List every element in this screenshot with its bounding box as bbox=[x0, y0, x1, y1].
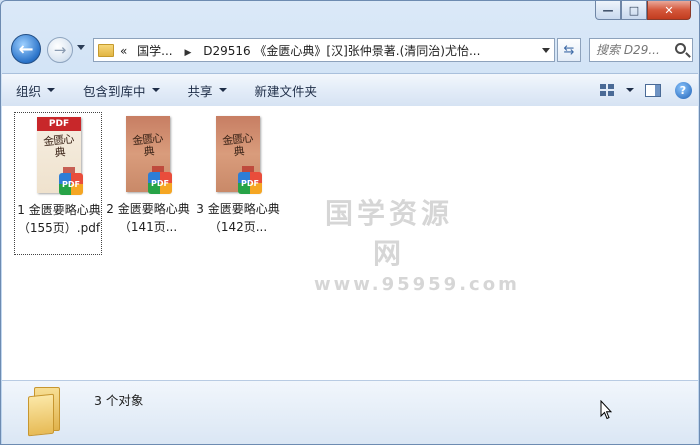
file-name-label: 1 金匮要略心典（155页）.pdf bbox=[17, 203, 101, 235]
navigation-row: ← → « 国学... ▶ D29516 《金匮心典》[汉]张仲景著.(清同治)… bbox=[9, 34, 693, 66]
breadcrumb-segment-guoxue[interactable]: 国学... bbox=[137, 44, 172, 58]
watermark-url: www.95959.com bbox=[314, 274, 520, 295]
chevron-down-icon bbox=[47, 88, 56, 92]
file-item-3[interactable]: 金匮心典 PDF 3 金匮要略心典（142页... bbox=[194, 112, 282, 255]
organize-menu[interactable]: 组织 bbox=[2, 74, 69, 106]
folder-icon bbox=[98, 43, 114, 57]
help-button[interactable]: ? bbox=[668, 74, 698, 106]
preview-pane-icon bbox=[645, 83, 661, 97]
address-dropdown-icon[interactable] bbox=[542, 48, 550, 53]
address-path: « 国学... ▶ D29516 《金匮心典》[汉]张仲景著.(清同治)尤怡..… bbox=[120, 42, 480, 59]
share-menu[interactable]: 共享 bbox=[174, 74, 241, 106]
chevron-down-icon bbox=[218, 88, 227, 92]
thumbnail-calligraphy: 金匮心典 bbox=[42, 132, 74, 160]
help-icon: ? bbox=[674, 81, 692, 99]
chevron-down-icon bbox=[626, 88, 634, 92]
watermark: 国学资源网 www.95959.com bbox=[314, 192, 520, 295]
recent-pages-dropdown-icon[interactable] bbox=[77, 45, 85, 50]
include-in-library-menu[interactable]: 包含到库中 bbox=[69, 74, 174, 106]
file-list-area[interactable]: PDF 金匮心典 PDF 1 金匮要略心典（155页）.pdf 金匮心典 PDF… bbox=[2, 106, 698, 380]
organize-label: 组织 bbox=[16, 83, 42, 99]
item-count: 3 个对象 bbox=[94, 393, 144, 408]
breadcrumb-overflow[interactable]: « bbox=[120, 44, 127, 58]
pdf-file-icon: PDF bbox=[59, 173, 83, 195]
view-options-dropdown[interactable] bbox=[622, 74, 638, 106]
watermark-title: 国学资源网 bbox=[324, 197, 453, 270]
breadcrumb-segment-current[interactable]: D29516 《金匮心典》[汉]张仲景著.(清同治)尤怡... bbox=[203, 44, 480, 58]
command-bar: 组织 包含到库中 共享 新建文件夹 ? bbox=[2, 73, 698, 106]
change-view-button[interactable] bbox=[592, 74, 622, 106]
details-pane: 3 个对象 bbox=[2, 380, 698, 444]
include-in-library-label: 包含到库中 bbox=[83, 83, 146, 99]
address-bar[interactable]: « 国学... ▶ D29516 《金匮心典》[汉]张仲景著.(清同治)尤怡..… bbox=[93, 38, 555, 62]
forward-button[interactable]: → bbox=[47, 37, 73, 63]
view-controls: ? bbox=[592, 74, 698, 106]
search-box[interactable] bbox=[589, 38, 693, 62]
back-button[interactable]: ← bbox=[11, 34, 41, 64]
share-label: 共享 bbox=[187, 83, 213, 99]
explorer-window: — □ ✕ ← → « 国学... ▶ D29516 《金匮心典》[汉]张仲景著… bbox=[0, 0, 700, 445]
thumbnail-calligraphy: 金匮心典 bbox=[221, 131, 253, 159]
file-name-label: 2 金匮要略心典（141页... bbox=[106, 202, 190, 234]
file-item-1[interactable]: PDF 金匮心典 PDF 1 金匮要略心典（155页）.pdf bbox=[14, 112, 102, 255]
mouse-pointer-icon bbox=[600, 400, 612, 420]
chevron-down-icon bbox=[151, 88, 160, 92]
thumbnail-calligraphy: 金匮心典 bbox=[131, 131, 163, 159]
folder-icon bbox=[28, 387, 66, 437]
thumbnail-header: PDF bbox=[37, 117, 81, 131]
pdf-file-icon: PDF bbox=[238, 172, 262, 194]
close-button[interactable]: ✕ bbox=[647, 1, 691, 20]
caption-buttons: — □ ✕ bbox=[595, 1, 691, 20]
maximize-button[interactable]: □ bbox=[621, 1, 647, 20]
search-icon[interactable] bbox=[675, 43, 686, 54]
pdf-file-icon: PDF bbox=[148, 172, 172, 194]
preview-pane-button[interactable] bbox=[638, 74, 668, 106]
view-grid-icon bbox=[600, 84, 614, 96]
minimize-button[interactable]: — bbox=[595, 1, 621, 20]
new-folder-button[interactable]: 新建文件夹 bbox=[241, 74, 332, 106]
breadcrumb-separator-icon[interactable]: ▶ bbox=[184, 48, 191, 58]
refresh-button[interactable]: ⇆ bbox=[557, 38, 581, 62]
search-input[interactable] bbox=[596, 43, 672, 57]
file-name-label: 3 金匮要略心典（142页... bbox=[196, 202, 280, 234]
new-folder-label: 新建文件夹 bbox=[254, 83, 318, 99]
file-item-2[interactable]: 金匮心典 PDF 2 金匮要略心典（141页... bbox=[104, 112, 192, 255]
